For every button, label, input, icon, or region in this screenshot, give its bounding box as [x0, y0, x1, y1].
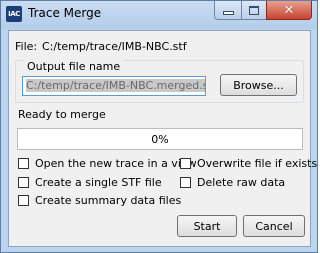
open-in-view-label: Open the new trace in a view	[35, 157, 197, 170]
title-bar[interactable]: IAC Trace Merge ✕	[1, 1, 317, 29]
cancel-button[interactable]: Cancel	[243, 215, 305, 237]
summary-label: Create summary data files	[35, 194, 182, 207]
file-label: File:	[15, 40, 38, 53]
delete-raw-label: Delete raw data	[197, 176, 286, 189]
output-file-value: C:/temp/trace/IMB-NBC.merged.stf	[26, 79, 205, 92]
file-path: C:/temp/trace/IMB-NBC.stf	[42, 40, 187, 53]
delete-raw-box[interactable]	[180, 177, 191, 188]
overwrite-label: Overwrite file if exists	[197, 157, 318, 170]
status-text: Ready to merge	[18, 108, 106, 121]
minimize-button[interactable]	[214, 1, 242, 20]
progress-bar: 0%	[17, 128, 303, 150]
delete-raw-checkbox[interactable]: Delete raw data	[180, 176, 285, 189]
progress-label: 0%	[151, 132, 169, 146]
output-file-group-label: Output file name	[24, 60, 124, 73]
close-button[interactable]: ✕	[266, 1, 312, 20]
overwrite-box[interactable]	[180, 158, 191, 169]
open-in-view-checkbox[interactable]: Open the new trace in a view	[18, 157, 197, 170]
overwrite-checkbox[interactable]: Overwrite file if exists	[180, 157, 317, 170]
single-stf-checkbox[interactable]: Create a single STF file	[18, 176, 162, 189]
dialog-body: File: C:/temp/trace/IMB-NBC.stf Output f…	[8, 30, 317, 247]
open-in-view-box[interactable]	[18, 158, 29, 169]
trace-merge-window: IAC Trace Merge ✕ File: C:/temp/trace/IM…	[0, 0, 318, 253]
window-title: Trace Merge	[28, 6, 102, 20]
output-file-input[interactable]: C:/temp/trace/IMB-NBC.merged.stf	[22, 76, 206, 96]
browse-button[interactable]: Browse...	[220, 74, 297, 96]
summary-box[interactable]	[18, 195, 29, 206]
single-stf-label: Create a single STF file	[35, 176, 162, 189]
single-stf-box[interactable]	[18, 177, 29, 188]
minimize-icon	[222, 11, 234, 15]
close-icon: ✕	[283, 2, 295, 18]
summary-checkbox[interactable]: Create summary data files	[18, 194, 181, 207]
app-icon: IAC	[6, 6, 22, 22]
start-button[interactable]: Start	[177, 215, 237, 237]
maximize-button[interactable]	[241, 1, 267, 20]
maximize-icon	[249, 5, 259, 15]
